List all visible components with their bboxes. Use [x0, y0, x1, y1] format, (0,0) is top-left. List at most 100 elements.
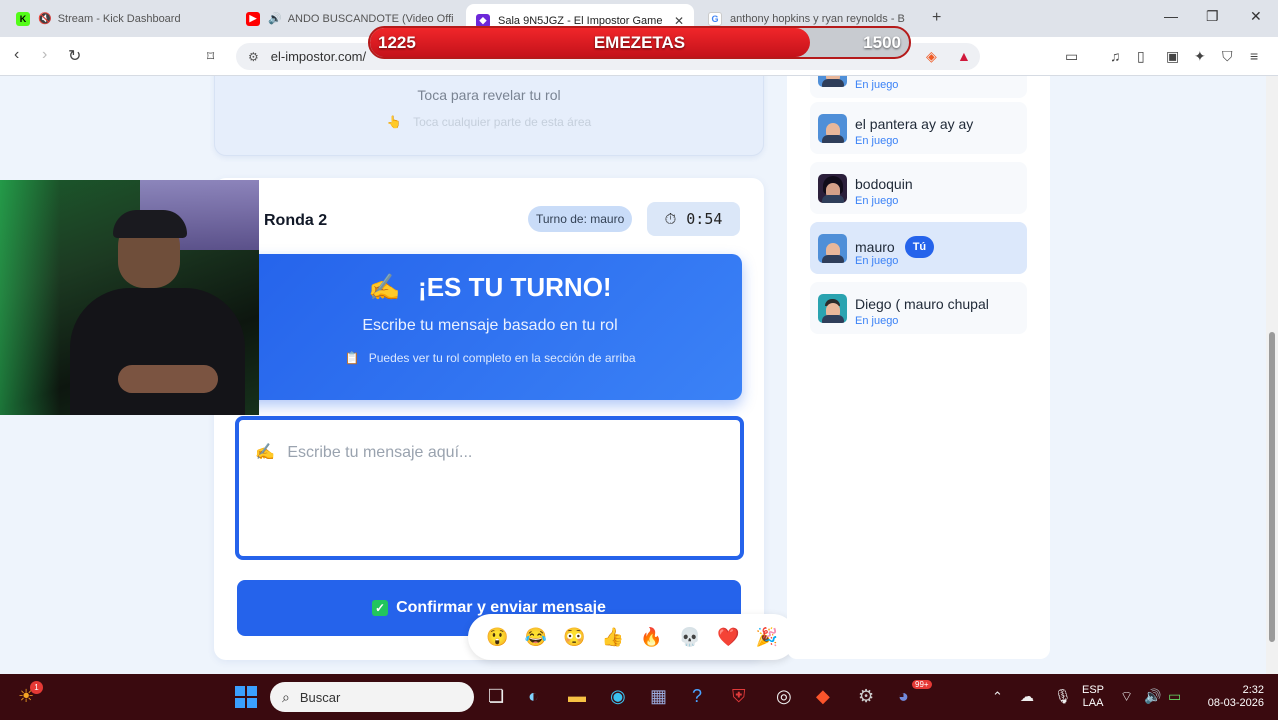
- flushed-reaction-icon[interactable]: 😳: [563, 627, 585, 648]
- goal-name: EMEZETAS: [593, 33, 686, 52]
- task-view-icon[interactable]: ❏: [488, 686, 504, 707]
- skull-reaction-icon[interactable]: 💀: [679, 627, 701, 648]
- discord-icon[interactable]: ◕: [898, 686, 909, 707]
- webcam-overlay: [0, 180, 259, 415]
- turn-indicator: Turno de: mauro: [528, 206, 633, 232]
- taskbar-search[interactable]: ⌕ Buscar: [270, 682, 474, 712]
- round-title: Ronda 2: [264, 212, 328, 229]
- store-icon[interactable]: ▦: [650, 686, 667, 707]
- brave-rewards-icon[interactable]: ▲: [957, 48, 971, 64]
- page-scrollbar[interactable]: [1266, 76, 1278, 674]
- brave-shields-icon[interactable]: ◈: [926, 48, 937, 65]
- back-icon[interactable]: ‹: [14, 46, 19, 64]
- player-status: En juego: [855, 195, 899, 207]
- bald-avatar: [818, 234, 847, 263]
- google-icon: G: [708, 11, 722, 26]
- search-icon: ⌕: [282, 688, 290, 705]
- tab-title: ANDO BUSCANDOTE (Video Offi: [287, 12, 454, 25]
- self-badge: Tú: [904, 236, 935, 258]
- tray-overflow-icon[interactable]: ⌃: [992, 689, 1003, 705]
- tab-kick-dashboard[interactable]: K 🔇 Stream - Kick Dashboard: [6, 4, 236, 33]
- bald-avatar: [818, 114, 847, 143]
- discord-badge: 99+: [912, 680, 932, 689]
- player-item: En juego: [810, 76, 1027, 98]
- volume-icon[interactable]: 🔊: [1144, 688, 1161, 705]
- player-item: el pantera ay ay ay En juego: [810, 102, 1027, 154]
- heart-reaction-icon[interactable]: ❤️: [717, 627, 739, 648]
- kick-icon: K: [16, 11, 30, 26]
- site-settings-icon[interactable]: ⚙: [248, 50, 259, 64]
- settings-icon[interactable]: ⚙: [858, 686, 874, 707]
- help-icon[interactable]: ?: [692, 686, 702, 707]
- copilot-icon[interactable]: ◐: [528, 686, 539, 707]
- player-item: Diego ( mauro chupal En juego: [810, 282, 1027, 334]
- goal-target-value: 1500: [863, 33, 901, 52]
- speaker-icon: 🔊: [268, 13, 282, 25]
- player-name: Diego ( mauro chupal: [855, 296, 989, 312]
- your-turn-title: ¡ES TU TURNO!: [418, 272, 612, 302]
- media-icon[interactable]: ♫: [1110, 48, 1121, 64]
- role-reveal-subhint: Toca cualquier parte de esta área: [413, 115, 592, 129]
- leo-ai-icon[interactable]: ✦: [1194, 48, 1206, 65]
- party-reaction-icon[interactable]: 🎉: [756, 627, 778, 648]
- reload-icon[interactable]: ↻: [68, 46, 81, 66]
- language-code: ESP: [1082, 684, 1105, 696]
- edge-icon[interactable]: ◉: [610, 686, 626, 707]
- bookmark-icon[interactable]: ⌑: [207, 48, 214, 65]
- clock[interactable]: 2:32 08-03-2026: [1198, 684, 1264, 710]
- fire-reaction-icon[interactable]: 🔥: [640, 627, 662, 648]
- keyboard-layout: LAA: [1082, 697, 1104, 709]
- thumbs-up-reaction-icon[interactable]: 👍: [602, 627, 624, 648]
- start-icon[interactable]: [235, 686, 257, 708]
- role-note: Puedes ver tu rol completo en la sección…: [368, 351, 636, 365]
- clock-time: 2:32: [1242, 684, 1264, 696]
- new-tab-icon[interactable]: +: [932, 9, 941, 27]
- wallet-icon[interactable]: ▣: [1166, 48, 1179, 65]
- recorder-icon[interactable]: ◎: [776, 686, 792, 707]
- battery-icon[interactable]: ▭: [1168, 688, 1181, 705]
- pointing-hand-icon: 👆: [386, 115, 402, 129]
- your-turn-banner: ✍ ¡ES TU TURNO! Escribe tu mensaje basad…: [238, 254, 742, 400]
- minimize-icon[interactable]: —: [1164, 8, 1178, 24]
- file-explorer-icon[interactable]: ▬: [568, 686, 586, 707]
- restore-icon[interactable]: ❐: [1206, 8, 1219, 25]
- players-panel: En juego el pantera ay ay ay En juego bo…: [787, 76, 1050, 659]
- tab-title: Stream - Kick Dashboard: [57, 12, 181, 25]
- language-indicator[interactable]: ESP LAA: [1082, 684, 1104, 710]
- youtube-icon: ▶: [246, 11, 260, 26]
- search-placeholder: Buscar: [299, 689, 341, 705]
- message-input[interactable]: ✍ Escribe tu mensaje aquí...: [235, 416, 744, 560]
- bald-avatar: [818, 76, 847, 87]
- role-reveal-hint: Toca para revelar tu rol: [417, 87, 561, 103]
- your-turn-title-row: ✍ ¡ES TU TURNO!: [238, 272, 742, 303]
- scrollbar-thumb[interactable]: [1269, 332, 1275, 642]
- tab-title: anthony hopkins y ryan reynolds - B: [730, 12, 905, 25]
- menu-icon[interactable]: ≡: [1250, 48, 1258, 64]
- notification-badge: 1: [30, 681, 43, 694]
- astonished-reaction-icon[interactable]: 😲: [486, 627, 508, 648]
- tab-title: Sala 9N5JGZ - El Impostor Game: [498, 14, 663, 27]
- stopwatch-icon: ⏱: [664, 210, 677, 228]
- writing-hand-icon: ✍: [255, 444, 275, 461]
- mute-icon: 🔇: [38, 13, 52, 25]
- brave-icon[interactable]: ◆: [816, 686, 830, 707]
- url-text: el-impostor.com/: [270, 49, 367, 64]
- role-reveal-card[interactable]: Toca para revelar tu rol 👆 Toca cualquie…: [214, 76, 764, 156]
- clock-date: 08-03-2026: [1207, 697, 1264, 709]
- teal-avatar: [818, 294, 847, 323]
- vpn-icon[interactable]: ⛉: [1222, 48, 1233, 65]
- wifi-icon[interactable]: ⌔: [1120, 688, 1133, 706]
- forward-icon[interactable]: ›: [42, 46, 47, 64]
- microphone-icon[interactable]: 🎙: [1054, 688, 1072, 705]
- close-window-icon[interactable]: ✕: [1250, 8, 1262, 25]
- timer-value: 0:54: [686, 210, 723, 228]
- reader-mode-icon[interactable]: ▭: [1065, 48, 1078, 65]
- player-status: En juego: [855, 255, 899, 267]
- onedrive-icon[interactable]: ☁: [1020, 688, 1034, 705]
- mcafee-icon[interactable]: ⛨: [732, 686, 746, 707]
- laughing-reaction-icon[interactable]: 😂: [525, 627, 547, 648]
- windows-taskbar: ☀ 1 ⌕ Buscar ❏ ◐ ▬ ◉ ▦ ? ⛨ ◎ ◆ ⚙ ◕ 99+ ⌃…: [0, 674, 1278, 720]
- player-status: En juego: [855, 79, 899, 91]
- sidebar-icon[interactable]: ▯: [1137, 48, 1145, 65]
- player-name: bodoquin: [855, 176, 913, 192]
